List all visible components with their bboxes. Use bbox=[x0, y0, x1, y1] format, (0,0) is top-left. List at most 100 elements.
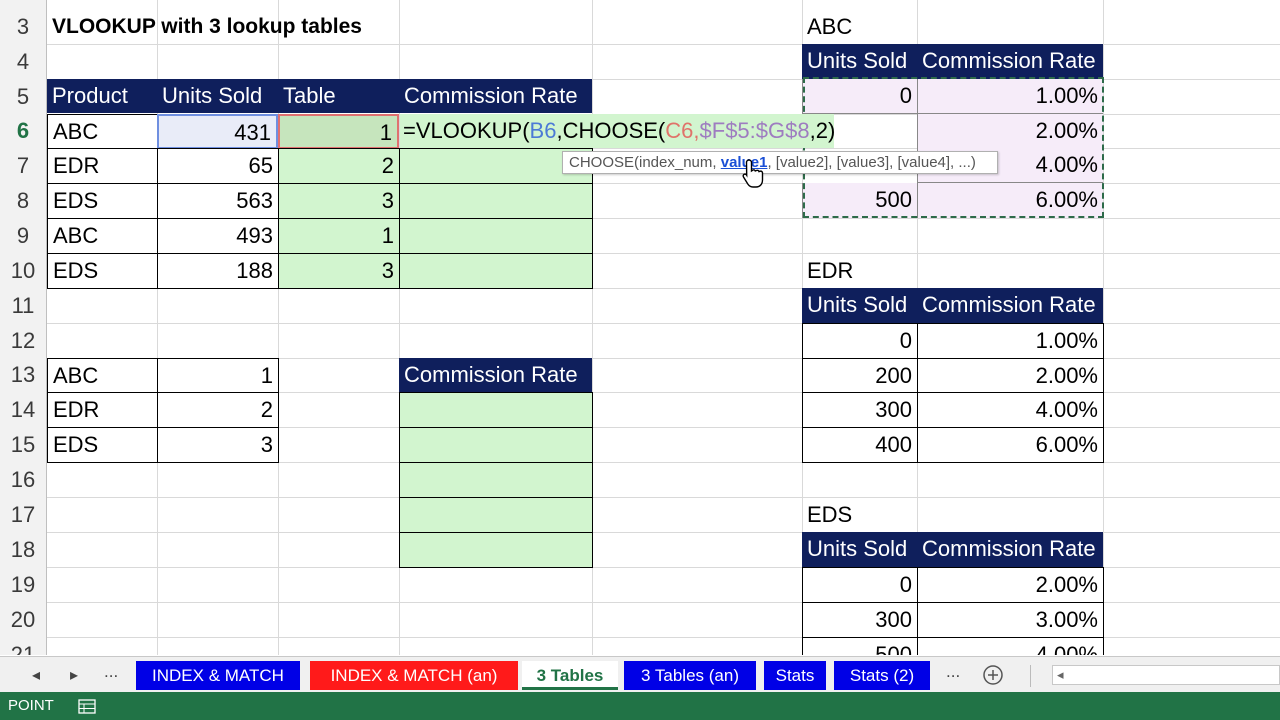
cell-commission-rate[interactable] bbox=[399, 497, 593, 533]
cell-units-sold[interactable]: 188 bbox=[157, 253, 279, 289]
key-product[interactable]: EDR bbox=[47, 392, 158, 428]
cell-commission-rate[interactable] bbox=[399, 253, 593, 289]
eds-header-units-sold[interactable]: Units Sold bbox=[802, 532, 917, 567]
tab-stats-2[interactable]: Stats (2) bbox=[834, 661, 930, 690]
header-commission-rate-2[interactable]: Commission Rate bbox=[399, 358, 592, 392]
cell-commission-rate[interactable] bbox=[399, 392, 593, 428]
scroll-left-icon[interactable]: ◂ bbox=[32, 665, 40, 685]
header-commission-rate[interactable]: Commission Rate bbox=[399, 79, 592, 113]
key-number[interactable]: 2 bbox=[157, 392, 279, 428]
row-number[interactable]: 16 bbox=[0, 463, 46, 497]
key-number[interactable]: 3 bbox=[157, 427, 279, 463]
row-number[interactable]: 3 bbox=[0, 10, 46, 44]
eds-header-commission-rate[interactable]: Commission Rate bbox=[917, 532, 1103, 567]
add-sheet-icon[interactable] bbox=[982, 664, 1004, 686]
tab-stats[interactable]: Stats bbox=[764, 661, 826, 690]
cell-table-selected[interactable]: 1 bbox=[278, 114, 399, 149]
header-table[interactable]: Table bbox=[278, 79, 399, 113]
worksheet-grid[interactable]: 3 4 5 6 7 8 9 10 11 12 13 14 15 16 17 18… bbox=[0, 0, 1280, 655]
row-number[interactable]: 19 bbox=[0, 568, 46, 602]
header-units-sold[interactable]: Units Sold bbox=[157, 79, 278, 113]
scroll-left-arrow-icon[interactable]: ◂ bbox=[1057, 666, 1064, 684]
cell-units-sold[interactable]: 65 bbox=[157, 148, 279, 184]
row-number[interactable]: 21 bbox=[0, 638, 46, 655]
edr-header-commission-rate[interactable]: Commission Rate bbox=[917, 288, 1103, 323]
cell-product[interactable]: EDS bbox=[47, 253, 158, 289]
cell-product[interactable]: EDS bbox=[47, 183, 158, 219]
lookup-label-abc[interactable]: ABC bbox=[802, 10, 917, 44]
sheet-tab-bar: ◂ ▸ ... INDEX & MATCH INDEX & MATCH (an)… bbox=[0, 656, 1280, 693]
macro-record-icon[interactable] bbox=[78, 699, 96, 714]
cell-commission-rate[interactable] bbox=[399, 532, 593, 568]
scroll-right-icon[interactable]: ▸ bbox=[70, 665, 78, 685]
row-number[interactable]: 8 bbox=[0, 184, 46, 218]
formula-part: =VLOOKUP( bbox=[403, 118, 530, 143]
cell-table[interactable]: 2 bbox=[278, 148, 400, 184]
abc-header-commission-rate[interactable]: Commission Rate bbox=[917, 44, 1103, 79]
key-product[interactable]: ABC bbox=[47, 358, 158, 393]
more-tabs-left[interactable]: ... bbox=[104, 662, 118, 682]
row-number[interactable]: 14 bbox=[0, 393, 46, 427]
cell-commission-rate[interactable] bbox=[399, 183, 593, 219]
status-mode: POINT bbox=[8, 697, 54, 714]
key-product[interactable]: EDS bbox=[47, 427, 158, 463]
edr-units-cell[interactable]: 400 bbox=[802, 427, 918, 463]
row-number[interactable]: 4 bbox=[0, 45, 46, 79]
row-number[interactable]: 17 bbox=[0, 498, 46, 532]
row-number-active[interactable]: 6 bbox=[0, 114, 46, 148]
tab-index-match-an[interactable]: INDEX & MATCH (an) bbox=[310, 661, 518, 690]
row-number[interactable]: 12 bbox=[0, 324, 46, 358]
cell-product[interactable]: EDR bbox=[47, 148, 158, 184]
edr-units-cell[interactable]: 300 bbox=[802, 392, 918, 428]
edr-rate-cell[interactable]: 6.00% bbox=[917, 427, 1104, 463]
more-tabs-right[interactable]: ... bbox=[946, 662, 960, 682]
edr-rate-cell[interactable]: 1.00% bbox=[917, 323, 1104, 359]
sheet-title[interactable]: VLOOKUP with 3 lookup tables bbox=[47, 10, 447, 44]
header-product[interactable]: Product bbox=[47, 79, 157, 113]
eds-units-cell[interactable]: 300 bbox=[802, 602, 918, 638]
lookup-label-edr[interactable]: EDR bbox=[802, 254, 917, 288]
cell-commission-rate[interactable] bbox=[399, 462, 593, 498]
edr-rate-cell[interactable]: 2.00% bbox=[917, 358, 1104, 393]
cell-units-sold[interactable]: 563 bbox=[157, 183, 279, 219]
lookup-label-eds[interactable]: EDS bbox=[802, 498, 917, 532]
row-number[interactable]: 5 bbox=[0, 80, 46, 114]
cell-commission-rate[interactable] bbox=[399, 218, 593, 254]
in-cell-formula-editor[interactable]: =VLOOKUP(B6,CHOOSE(C6,$F$5:$G$8,2) bbox=[400, 114, 835, 148]
tab-3-tables-an[interactable]: 3 Tables (an) bbox=[624, 661, 756, 690]
row-number[interactable]: 11 bbox=[0, 289, 46, 323]
horizontal-scrollbar[interactable]: ◂ bbox=[1052, 665, 1280, 685]
formula-ref-c6: C6 bbox=[665, 118, 694, 143]
eds-rate-cell[interactable]: 3.00% bbox=[917, 602, 1104, 638]
edr-units-cell[interactable]: 0 bbox=[802, 323, 918, 359]
key-number[interactable]: 1 bbox=[157, 358, 279, 393]
eds-rate-cell[interactable]: 2.00% bbox=[917, 567, 1104, 603]
row-number[interactable]: 10 bbox=[0, 254, 46, 288]
row-number[interactable]: 15 bbox=[0, 428, 46, 462]
edr-header-units-sold[interactable]: Units Sold bbox=[802, 288, 917, 323]
eds-units-cell[interactable]: 0 bbox=[802, 567, 918, 603]
eds-rate-cell[interactable]: 4.00% bbox=[917, 637, 1104, 655]
row-headers[interactable]: 3 4 5 6 7 8 9 10 11 12 13 14 15 16 17 18… bbox=[0, 0, 47, 655]
row-number[interactable]: 13 bbox=[0, 358, 46, 392]
edr-rate-cell[interactable]: 4.00% bbox=[917, 392, 1104, 428]
cell-units-sold-selected[interactable]: 431 bbox=[157, 114, 278, 149]
cell-commission-rate[interactable] bbox=[399, 427, 593, 463]
cell-table[interactable]: 1 bbox=[278, 218, 400, 254]
cell-product[interactable]: ABC bbox=[47, 218, 158, 254]
tab-index-match[interactable]: INDEX & MATCH bbox=[136, 661, 300, 690]
cell-table[interactable]: 3 bbox=[278, 253, 400, 289]
cell-table[interactable]: 3 bbox=[278, 183, 400, 219]
tab-3-tables[interactable]: 3 Tables bbox=[522, 661, 618, 690]
abc-header-units-sold[interactable]: Units Sold bbox=[802, 44, 917, 79]
row-number[interactable]: 7 bbox=[0, 149, 46, 183]
row-number[interactable]: 18 bbox=[0, 533, 46, 567]
cell-units-sold[interactable]: 493 bbox=[157, 218, 279, 254]
tooltip-text: , [value2], [value3], [value4], ...) bbox=[767, 154, 976, 171]
function-argument-tooltip[interactable]: CHOOSE(index_num, value1, [value2], [val… bbox=[562, 151, 998, 174]
row-number[interactable]: 9 bbox=[0, 219, 46, 253]
cell-product[interactable]: ABC bbox=[47, 114, 158, 149]
edr-units-cell[interactable]: 200 bbox=[802, 358, 918, 393]
row-number[interactable]: 20 bbox=[0, 603, 46, 637]
eds-units-cell[interactable]: 500 bbox=[802, 637, 918, 655]
